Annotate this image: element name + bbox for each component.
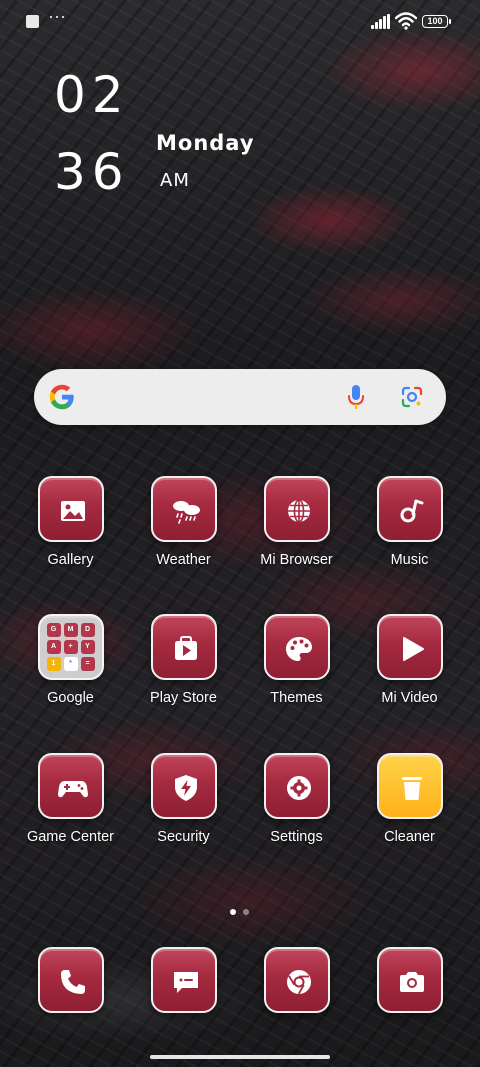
folder-mini-app: G [46, 623, 61, 637]
folder-mini-app: = [80, 657, 95, 671]
square-icon [26, 15, 39, 28]
folder-mini-app: D [80, 623, 95, 637]
folder-icon: G M D A + Y 1 * = [37, 614, 104, 680]
page-indicator-dot[interactable] [243, 909, 249, 915]
globe-icon [263, 476, 330, 542]
battery-indicator: 100 [422, 15, 451, 28]
app-security[interactable]: Security [127, 753, 240, 845]
trash-icon [376, 753, 443, 819]
messages-icon [150, 947, 217, 1013]
more-dots-icon: ··· [48, 6, 66, 26]
chrome-icon [263, 947, 330, 1013]
music-note-icon [376, 476, 443, 542]
folder-mini-app: Y [80, 640, 95, 654]
cellular-signal-icon [371, 14, 391, 29]
app-weather[interactable]: Weather [127, 476, 240, 568]
home-gesture-bar[interactable] [150, 1055, 330, 1059]
app-music[interactable]: Music [353, 476, 466, 568]
phone-icon [37, 947, 104, 1013]
dock-messages[interactable] [127, 947, 240, 1013]
folder-preview-grid: G M D A + Y 1 * = [46, 623, 95, 671]
clock-hour: 02 [54, 66, 130, 124]
play-icon [376, 614, 443, 680]
clock-ampm: AM [160, 170, 190, 191]
play-store-icon [150, 614, 217, 680]
clock-minute: 36 [54, 143, 130, 201]
app-label: Game Center [26, 829, 115, 845]
folder-google[interactable]: G M D A + Y 1 * = Google [14, 614, 127, 706]
app-label: Settings [270, 829, 323, 845]
gear-icon [263, 753, 330, 819]
page-indicator-dot-active[interactable] [230, 909, 236, 915]
folder-mini-app: A [46, 640, 61, 654]
palette-icon [263, 614, 330, 680]
gallery-icon [37, 476, 104, 542]
app-label: Play Store [150, 690, 217, 706]
app-settings[interactable]: Settings [240, 753, 353, 845]
camera-icon [376, 947, 443, 1013]
app-label: Music [390, 552, 429, 568]
app-label: Gallery [47, 552, 94, 568]
folder-mini-app: * [63, 657, 78, 671]
google-g-logo [49, 384, 74, 410]
gamepad-icon [37, 753, 104, 819]
app-cleaner[interactable]: Cleaner [353, 753, 466, 845]
app-label: Google [47, 690, 94, 706]
folder-mini-app: 1 [46, 657, 61, 671]
shield-icon [150, 753, 217, 819]
app-label: Weather [156, 552, 211, 568]
app-label: Mi Browser [260, 552, 333, 568]
app-play-store[interactable]: Play Store [127, 614, 240, 706]
app-label: Mi Video [381, 690, 438, 706]
dock-chrome[interactable] [240, 947, 353, 1013]
app-label: Themes [270, 690, 323, 706]
folder-mini-app: M [63, 623, 78, 637]
app-mi-browser[interactable]: Mi Browser [240, 476, 353, 568]
status-bar: ··· 100 [0, 0, 480, 44]
wifi-icon [395, 12, 417, 30]
dock-camera[interactable] [353, 947, 466, 1013]
clock-day: Monday [156, 131, 255, 155]
google-lens-icon[interactable] [400, 385, 424, 409]
weather-icon [150, 476, 217, 542]
microphone-icon[interactable] [347, 384, 365, 410]
app-label: Security [157, 829, 210, 845]
app-label: Cleaner [384, 829, 435, 845]
google-search-bar[interactable] [34, 369, 446, 425]
folder-mini-app: + [63, 640, 78, 654]
app-mi-video[interactable]: Mi Video [353, 614, 466, 706]
app-game-center[interactable]: Game Center [14, 753, 127, 845]
app-gallery[interactable]: Gallery [14, 476, 127, 568]
app-themes[interactable]: Themes [240, 614, 353, 706]
dock-phone[interactable] [14, 947, 127, 1013]
